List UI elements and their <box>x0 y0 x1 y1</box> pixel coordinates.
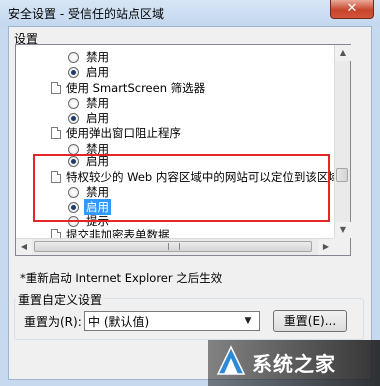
chevron-down-icon[interactable]: ▼ <box>240 313 256 329</box>
vertical-scrollbar[interactable]: ▲ ▼ <box>334 45 351 238</box>
radio-label: 启用 <box>86 65 109 79</box>
scrollbar-corner <box>334 238 350 255</box>
scroll-left-arrow-icon[interactable]: ◀ <box>16 239 32 255</box>
settings-radio-row[interactable]: 禁用 <box>68 95 268 111</box>
settings-list[interactable]: 禁用 启用 使用 SmartScreen 筛选器 禁用 启用 使用弹出窗口阻止程… <box>15 44 351 256</box>
close-icon: ✕ <box>346 1 358 16</box>
close-button[interactable]: ✕ <box>330 0 374 19</box>
scroll-down-arrow-icon[interactable]: ▼ <box>335 222 351 238</box>
vertical-scroll-thumb[interactable] <box>336 168 348 182</box>
watermark-text: 系统之家 <box>252 352 336 376</box>
settings-group-header: 使用 SmartScreen 筛选器 <box>51 80 341 96</box>
scroll-up-arrow-icon[interactable]: ▲ <box>335 45 351 61</box>
settings-radio-row[interactable]: 启用 <box>68 110 268 126</box>
restart-note: *重新启动 Internet Explorer 之后生效 <box>20 271 223 285</box>
radio-button[interactable] <box>68 52 79 63</box>
scroll-grip-icon <box>168 243 180 250</box>
radio-label: 禁用 <box>86 96 109 110</box>
reset-group-title: 重置自定义设置 <box>16 291 105 308</box>
document-icon <box>51 82 61 94</box>
settings-group-header: 使用弹出窗口阻止程序 <box>51 125 341 141</box>
watermark-logo <box>216 345 246 375</box>
window-title: 安全设置 - 受信任的站点区域 <box>8 7 164 21</box>
radio-label: 启用 <box>86 111 109 125</box>
reset-to-label: 重置为(R): <box>24 315 82 329</box>
reset-button[interactable]: 重置(E)... <box>273 310 347 332</box>
document-icon <box>51 127 61 139</box>
reset-level-value: 中 (默认值) <box>88 315 150 329</box>
radio-button[interactable] <box>68 98 79 109</box>
radio-button[interactable] <box>68 67 79 78</box>
highlight-box <box>33 154 330 222</box>
settings-radio-row[interactable]: 禁用 <box>68 49 268 65</box>
settings-radio-row[interactable]: 启用 <box>68 64 268 80</box>
scroll-right-arrow-icon[interactable]: ▶ <box>318 239 334 255</box>
radio-label: 禁用 <box>86 50 109 64</box>
radio-button[interactable] <box>68 113 79 124</box>
group-header-label: 使用 SmartScreen 筛选器 <box>66 81 206 95</box>
group-header-label: 使用弹出窗口阻止程序 <box>66 126 181 140</box>
